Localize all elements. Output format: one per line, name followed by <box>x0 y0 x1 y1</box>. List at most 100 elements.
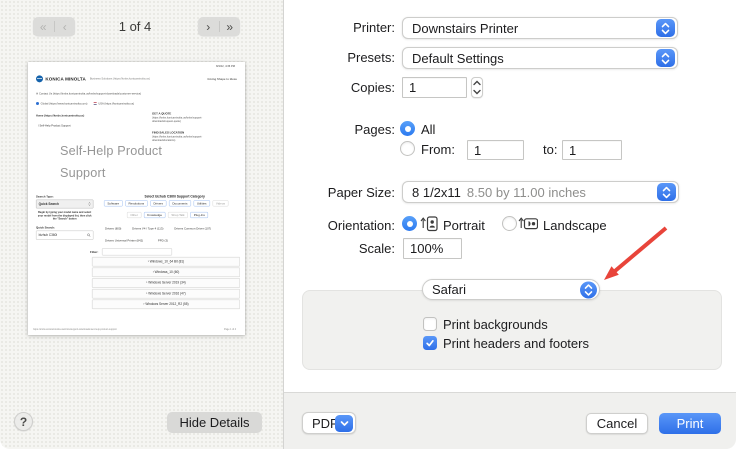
down-chevron-icon <box>335 415 353 432</box>
pages-all-label: All <box>421 122 435 137</box>
preview-quick-search-field: bizhub C360i <box>36 231 93 240</box>
app-options-value: Safari <box>432 282 466 297</box>
preview-category-row1: Software Resolutions Drivers Documents U… <box>104 200 228 206</box>
preview-driver-link: Drivers V4 / Type 4 (113) <box>132 227 163 230</box>
paper-size-value: 8 1/2x11 <box>412 185 461 200</box>
preview-quote-title: GET A QUOTE <box>152 112 171 115</box>
copies-input[interactable]: 1 <box>402 77 467 98</box>
preview-result-row: › Windows_10 (60) <box>92 268 240 277</box>
preview-heading-line2: Support <box>60 166 106 180</box>
app-options-select[interactable]: Safari <box>422 279 600 300</box>
preview-category-button: Drivers <box>150 200 166 206</box>
print-preview-page: 8/4/22, 4:36 PM KONICA MINOLTA Business … <box>28 62 245 335</box>
page-forward-button-group[interactable]: › » <box>198 17 240 36</box>
pages-from-value: 1 <box>474 143 481 158</box>
orientation-portrait-radio[interactable] <box>402 216 417 231</box>
scale-input[interactable]: 100% <box>403 238 462 259</box>
print-button[interactable]: Print <box>659 413 721 434</box>
copies-stepper[interactable] <box>471 77 483 98</box>
updown-chevron-icon <box>657 183 676 201</box>
preview-category-button: Other <box>127 212 141 218</box>
preview-home-link: Home (https://kmbs.konicaminolta.us) <box>36 114 84 117</box>
orientation-portrait-text: Portrait <box>443 218 485 233</box>
stepper-down-icon <box>473 89 481 95</box>
pages-all-radio[interactable] <box>400 121 415 136</box>
page-indicator: 1 of 4 <box>103 19 167 34</box>
pages-label: Pages: <box>355 122 395 137</box>
preview-footer-page: Page 1 of 4 <box>224 328 236 330</box>
printer-select[interactable]: Downstairs Printer <box>402 17 678 39</box>
paper-size-select[interactable]: 8 1/2x11 8.50 by 11.00 inches <box>402 181 679 203</box>
orientation-landscape-radio[interactable] <box>502 216 517 231</box>
preview-filter-label: Filter: <box>90 250 98 253</box>
preview-quick-search-label: Quick Search: <box>36 226 55 229</box>
preview-contact-line: ✉ Contact Us (https://kmbs.konicaminolta… <box>36 92 141 95</box>
scale-label: Scale: <box>359 241 395 256</box>
pages-from-input[interactable]: 1 <box>467 140 524 160</box>
preview-heading-line1: Self-Help Product <box>60 144 162 158</box>
preview-search-help: Begin by typing your model name and sele… <box>36 211 93 221</box>
updown-chevron-icon <box>656 49 675 67</box>
print-headers-checkbox[interactable] <box>423 336 437 350</box>
konica-minolta-logo-icon <box>36 75 43 82</box>
preview-tagline: Giving Shape to Ideas <box>207 77 237 80</box>
preview-category-button: Shop Talk <box>168 212 188 218</box>
previous-page-icon[interactable]: ‹ <box>55 18 76 36</box>
preview-search-type-value: Quick Search <box>39 202 59 206</box>
preview-search-type-select: Quick Search <box>36 200 93 209</box>
pages-range-radio[interactable] <box>400 141 415 156</box>
preview-global-link: Global (https://www.konicaminolta.com) <box>41 102 88 105</box>
preview-pane: « ‹ 1 of 4 › » 8/4/22, 4:36 PM KONICA MI… <box>0 0 283 449</box>
preview-logo-row: KONICA MINOLTA Business Solutions (https… <box>36 75 150 82</box>
preview-sales-title: FIND SALES LOCATION <box>152 131 184 134</box>
next-page-icon[interactable]: › <box>198 18 219 36</box>
preview-quote-url: downloads/request-quote) <box>152 120 181 123</box>
presets-select[interactable]: Default Settings <box>402 47 678 69</box>
magnifier-icon <box>87 233 91 237</box>
preview-region-links: Global (https://www.konicaminolta.com) U… <box>36 102 134 105</box>
copies-label: Copies: <box>351 80 395 95</box>
preview-category-button: Knowledge <box>144 212 166 218</box>
cancel-button[interactable]: Cancel <box>586 413 648 434</box>
presets-select-value: Default Settings <box>412 51 504 66</box>
paper-size-label: Paper Size: <box>328 185 395 200</box>
checkmark-icon <box>425 338 435 348</box>
printer-select-value: Downstairs Printer <box>412 21 518 36</box>
page-back-button-group[interactable]: « ‹ <box>33 17 75 36</box>
preview-result-row: › Windows Server 2016 (47) <box>92 289 240 298</box>
hide-details-button[interactable]: Hide Details <box>167 412 262 433</box>
preview-filter-input <box>102 248 172 255</box>
first-page-icon[interactable]: « <box>33 18 54 36</box>
preview-quick-search-value: bizhub C360i <box>39 233 57 237</box>
preview-driver-link: PPD (3) <box>158 239 168 242</box>
presets-label: Presets: <box>347 50 395 65</box>
copies-value: 1 <box>409 80 416 95</box>
pdf-menu-button[interactable]: PDF <box>302 412 356 434</box>
help-button[interactable]: ? <box>14 412 33 431</box>
landscape-orientation-icon <box>518 215 538 232</box>
last-page-icon[interactable]: » <box>220 18 241 36</box>
preview-sales-url: downloads/locations) <box>152 139 175 142</box>
preview-result-row: › Windows Server 2012_R2 (55) <box>92 300 240 309</box>
preview-category-button: Software <box>104 200 123 206</box>
paper-size-detail: 8.50 by 11.00 inches <box>467 185 586 200</box>
updown-chevron-icon <box>88 202 90 206</box>
print-backgrounds-label: Print backgrounds <box>443 317 548 332</box>
preview-brand: KONICA MINOLTA <box>45 76 86 81</box>
preview-breadcrumb: / Self-Help Product Support <box>38 124 70 127</box>
preview-category-button: Videos <box>213 200 229 206</box>
preview-driver-links-row2: Drivers Universal Printer (842) PPD (3) <box>105 239 168 242</box>
preview-footer-url: https://kmbs.konicaminolta.us/kmbs/suppo… <box>33 328 218 330</box>
portrait-orientation-icon <box>420 215 438 232</box>
orientation-label: Orientation: <box>328 218 395 233</box>
stepper-up-icon <box>473 80 481 86</box>
preview-category-row2: Other Knowledge Shop Talk Plug-Ins <box>127 212 208 218</box>
preview-driver-link: Drivers (800) <box>105 227 121 230</box>
annotation-arrow-icon <box>594 222 676 290</box>
preview-category-button: Utilities <box>194 200 210 206</box>
preview-timestamp: 8/4/22, 4:36 PM <box>216 65 235 68</box>
print-backgrounds-checkbox[interactable] <box>423 317 437 331</box>
pages-to-input[interactable]: 1 <box>562 140 622 160</box>
preview-usa-link: USA (https://konicaminolta.us) <box>98 102 134 105</box>
pages-to-value: 1 <box>569 143 576 158</box>
